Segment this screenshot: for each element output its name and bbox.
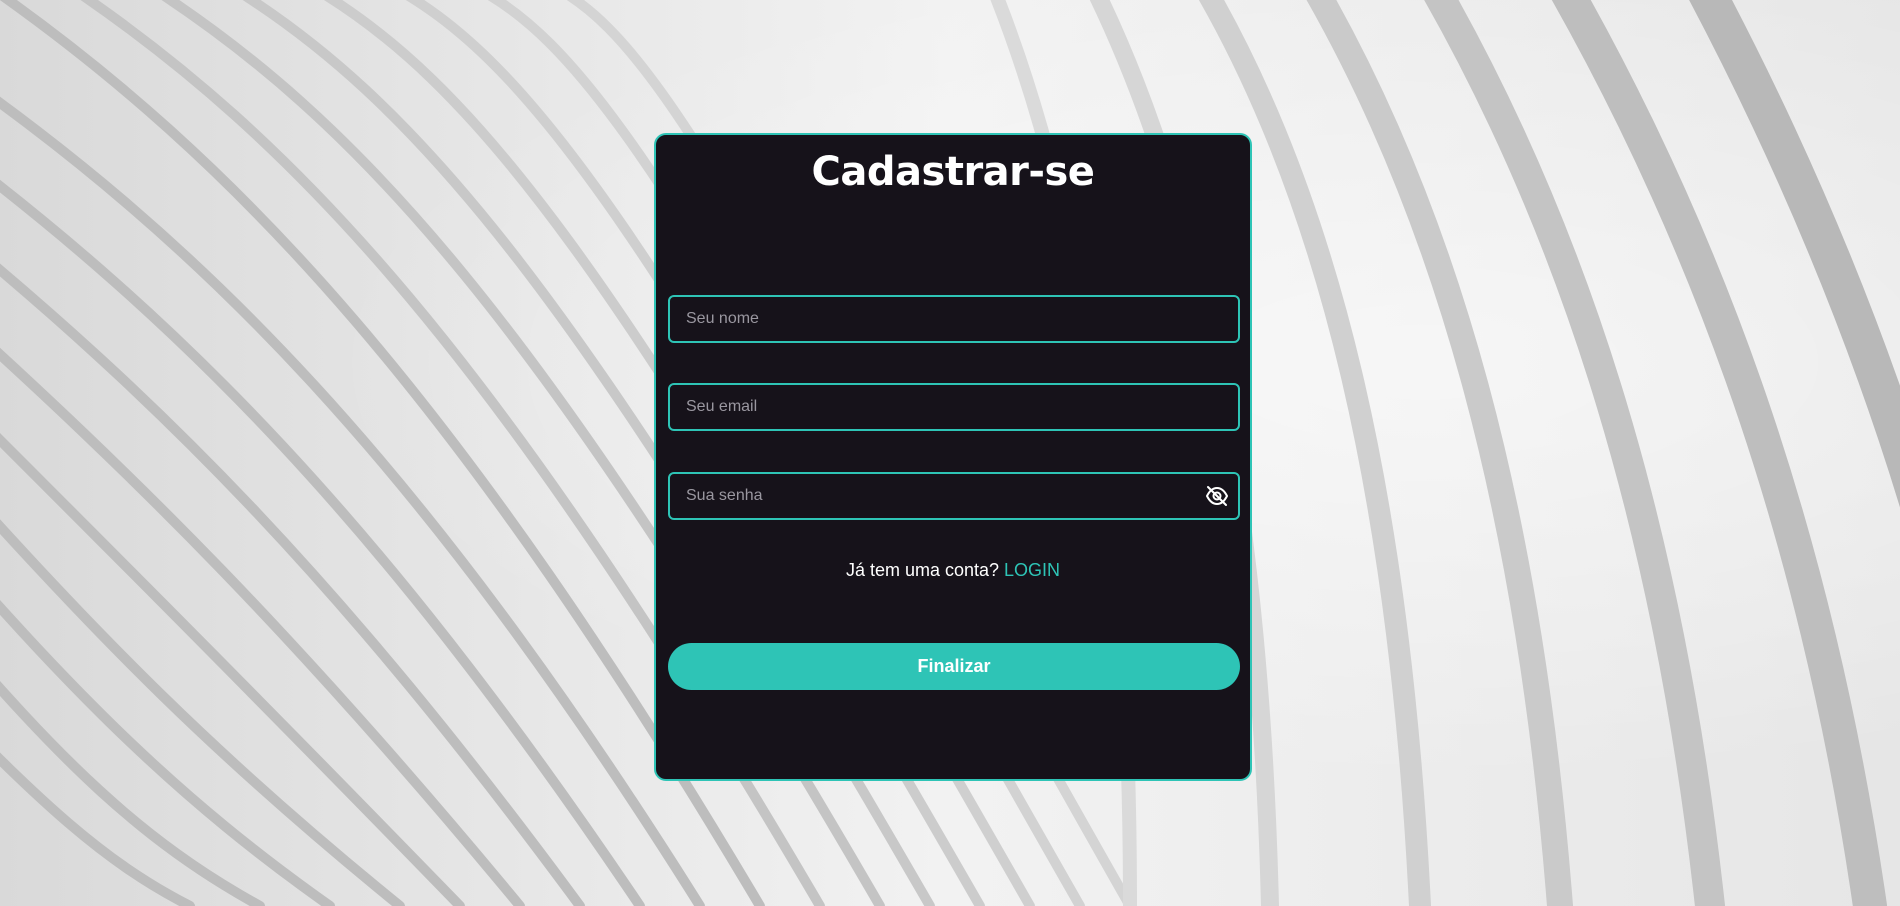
login-prompt-text: Já tem uma conta?: [845, 560, 1000, 580]
email-field[interactable]: [668, 383, 1240, 431]
login-prompt-line: Já tem uma conta? LOGIN: [656, 560, 1250, 581]
signup-title: Cadastrar-se: [811, 149, 1095, 195]
eye-slash-icon[interactable]: [1204, 484, 1230, 508]
login-link[interactable]: LOGIN: [1004, 560, 1060, 580]
email-input[interactable]: [670, 385, 1238, 429]
password-field[interactable]: [668, 472, 1240, 520]
finalizar-button[interactable]: Finalizar: [668, 643, 1240, 690]
name-field[interactable]: [668, 295, 1240, 343]
password-input[interactable]: [670, 474, 1238, 518]
name-input[interactable]: [670, 297, 1238, 341]
signup-card: Cadastrar-se Já tem uma conta? LOGIN Fin…: [654, 133, 1252, 781]
